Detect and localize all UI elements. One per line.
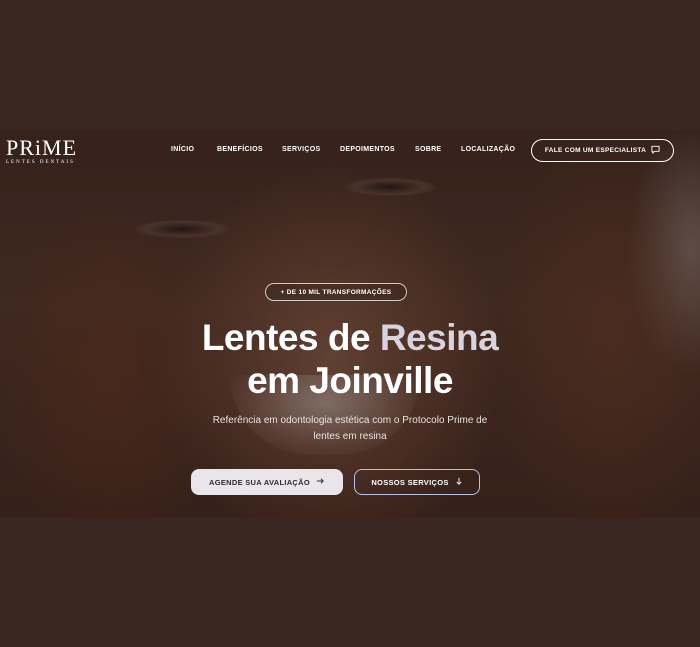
chat-icon (651, 145, 660, 156)
nav-sobre[interactable]: SOBRE (415, 146, 441, 153)
hero-subtitle-line1: Referência em odontologia estética com o… (212, 415, 488, 426)
title-accent: Resina (379, 317, 499, 358)
talk-to-specialist-button[interactable]: FALE COM UM ESPECIALISTA (531, 139, 674, 162)
brand-logo[interactable]: PRiME LENTES DENTAIS (6, 137, 77, 166)
nav-inicio[interactable]: INÍCIO (171, 146, 194, 153)
nav-beneficios[interactable]: BENEFÍCIOS (217, 146, 263, 153)
nav-localizacao[interactable]: LOCALIZAÇÃO (461, 146, 515, 153)
arrow-down-icon (455, 477, 463, 488)
schedule-label: AGENDE SUA AVALIAÇÃO (208, 477, 310, 487)
hero-title-line2: em Joinville (247, 360, 453, 401)
logo-tagline: LENTES DENTAIS (6, 160, 75, 165)
logo-wordmark: PRiME (6, 135, 78, 160)
nav-depoimentos[interactable]: DEPOIMENTOS (340, 146, 395, 153)
hero-title-line1: Lentes de Resina (0, 318, 700, 358)
title-part1: Lentes de (201, 317, 380, 358)
nav-servicos[interactable]: SERVIÇOS (282, 146, 320, 153)
schedule-evaluation-button[interactable]: AGENDE SUA AVALIAÇÃO (191, 469, 343, 495)
transformations-badge: + DE 10 MIL TRANSFORMAÇÕES (265, 283, 407, 301)
services-label: NOSSOS SERVIÇOS (371, 477, 449, 487)
cta-label: FALE COM UM ESPECIALISTA (544, 147, 647, 154)
hero-subtitle-line2: lentes em resina (313, 431, 387, 442)
arrow-right-icon (316, 477, 325, 487)
our-services-button[interactable]: NOSSOS SERVIÇOS (354, 469, 480, 495)
